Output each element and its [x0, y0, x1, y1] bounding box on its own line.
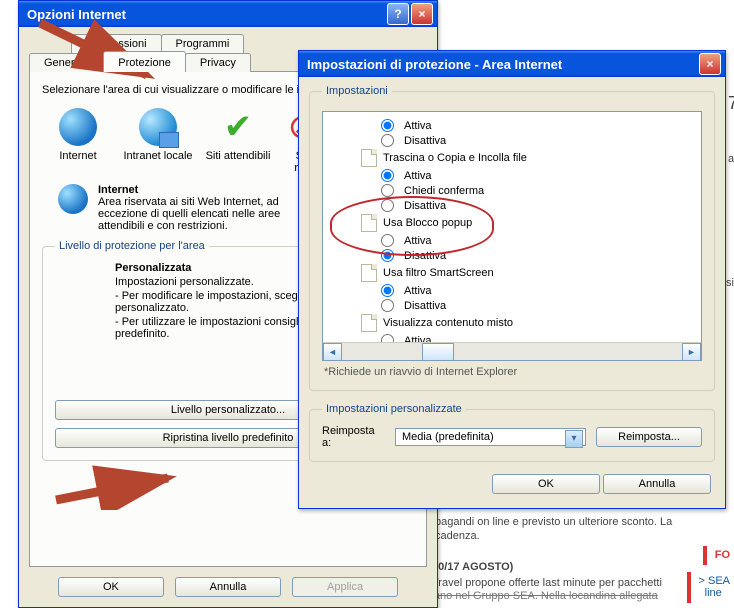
cancel-button[interactable]: Annulla [603, 474, 711, 494]
tree-option[interactable]: Disattiva [331, 133, 695, 148]
tree-category: Usa filtro SmartScreen [331, 263, 695, 283]
zone-label: Siti attendibili [202, 150, 274, 162]
apply-button: Applica [292, 577, 398, 597]
bg-red-box1: FO [703, 546, 734, 565]
bg-side2: si [726, 276, 734, 290]
security-settings-window: Impostazioni di protezione - Area Intern… [298, 50, 726, 509]
level-legend: Livello di protezione per l'area [55, 240, 209, 252]
tree-option[interactable]: Attiva [331, 118, 695, 133]
settings-group: Impostazioni Attiva Disattiva Trascina o C… [309, 85, 715, 391]
settings-tree[interactable]: Attiva Disattiva Trascina o Copia e Incoll… [322, 111, 702, 361]
bg-red2a: SEA [708, 575, 730, 587]
tree-label: Trascina o Copia e Incolla file [383, 152, 527, 164]
globe-monitor-icon [139, 108, 177, 146]
page-icon [361, 264, 377, 282]
radio-input[interactable] [381, 169, 394, 182]
bg-date: 10/17 AGOSTO) [432, 560, 513, 574]
reset-button[interactable]: Reimposta... [596, 427, 702, 447]
tree-label: Attiva [404, 285, 432, 297]
zone-internet[interactable]: Internet [42, 108, 114, 174]
zone-trusted[interactable]: ✔ Siti attendibili [202, 108, 274, 174]
bg-text1a: pagandi on line e previsto un ulteriore … [435, 515, 672, 529]
tree-category: Usa Blocco popup [331, 213, 695, 233]
radio-input[interactable] [381, 199, 394, 212]
bg-red-box2: > SEA line [687, 572, 734, 603]
bg-side1: a [728, 152, 734, 166]
custom-legend: Impostazioni personalizzate [322, 403, 466, 415]
zone-description: Area riservata ai siti Web Internet, ad … [98, 196, 318, 232]
tree-option[interactable]: Attiva [331, 233, 695, 248]
tree-label: Chiedi conferma [404, 185, 484, 197]
dialog-buttons: OK Annulla [309, 474, 711, 494]
tree-option[interactable]: Disattiva [331, 248, 695, 263]
checkmark-icon: ✔ [219, 108, 257, 146]
globe-icon [59, 108, 97, 146]
tree-label: Disattiva [404, 135, 446, 147]
reset-to-label: Reimposta a: [322, 425, 385, 449]
bg-red2b: line [705, 587, 722, 599]
tree-label: Attiva [404, 120, 432, 132]
page-icon [361, 214, 377, 232]
settings-legend: Impostazioni [322, 85, 392, 97]
tree-option[interactable]: Disattiva [331, 198, 695, 213]
tree-category: Trascina o Copia e Incolla file [331, 148, 695, 168]
help-button[interactable]: ? [387, 3, 409, 25]
h-scrollbar[interactable]: ◄ ► [323, 342, 701, 360]
radio-input[interactable] [381, 299, 394, 312]
titlebar[interactable]: Impostazioni di protezione - Area Intern… [299, 51, 725, 77]
ok-button[interactable]: OK [492, 474, 600, 494]
scroll-right-arrow[interactable]: ► [682, 343, 701, 361]
tree-option[interactable]: Disattiva [331, 298, 695, 313]
tab-privacy[interactable]: Privacy [185, 53, 251, 72]
zone-intranet[interactable]: Intranet locale [122, 108, 194, 174]
close-button[interactable]: × [699, 53, 721, 75]
zone-title: Internet [98, 184, 318, 196]
tree-label: Attiva [404, 235, 432, 247]
radio-input[interactable] [381, 134, 394, 147]
custom-settings-group: Impostazioni personalizzate Reimposta a:… [309, 403, 715, 462]
window-title: Impostazioni di protezione - Area Intern… [307, 57, 562, 72]
tab-security[interactable]: Protezione [103, 51, 186, 72]
radio-input[interactable] [381, 184, 394, 197]
tree-label: Disattiva [404, 200, 446, 212]
radio-input[interactable] [381, 234, 394, 247]
tree-label: Attiva [404, 170, 432, 182]
bg-text2a: Travel propone offerte last minute per p… [432, 576, 662, 590]
tree-option[interactable]: Chiedi conferma [331, 183, 695, 198]
radio-input[interactable] [381, 119, 394, 132]
titlebar[interactable]: Opzioni Internet ? × [19, 1, 437, 27]
cancel-button[interactable]: Annulla [175, 577, 281, 597]
radio-input[interactable] [381, 249, 394, 262]
globe-icon [58, 184, 88, 214]
page-icon [361, 149, 377, 167]
reset-level-select[interactable]: Media (predefinita) [395, 428, 586, 446]
bg-frag1: 7 [728, 96, 734, 110]
bg-text1b: cadenza. [435, 529, 480, 543]
close-button[interactable]: × [411, 3, 433, 25]
scroll-track[interactable] [342, 343, 682, 360]
scroll-thumb[interactable] [422, 343, 454, 361]
page-icon [361, 314, 377, 332]
zone-label: Intranet locale [122, 150, 194, 162]
tree-category: Visualizza contenuto misto [331, 313, 695, 333]
tree-option[interactable]: Attiva [331, 168, 695, 183]
ok-button[interactable]: OK [58, 577, 164, 597]
tree-label: Disattiva [404, 250, 446, 262]
zone-label: Internet [42, 150, 114, 162]
radio-input[interactable] [381, 284, 394, 297]
tab-general[interactable]: Generale [29, 53, 104, 72]
tree-label: Usa Blocco popup [383, 217, 472, 229]
restart-footnote: *Richiede un riavvio di Internet Explore… [324, 366, 700, 378]
tree-label: Usa filtro SmartScreen [383, 267, 494, 279]
tree-label: Visualizza contenuto misto [383, 317, 513, 329]
window-title: Opzioni Internet [27, 7, 126, 22]
dialog-buttons: OK Annulla Applica [29, 577, 427, 597]
scroll-left-arrow[interactable]: ◄ [323, 343, 342, 361]
tree-label: Disattiva [404, 300, 446, 312]
tree-option[interactable]: Attiva [331, 283, 695, 298]
